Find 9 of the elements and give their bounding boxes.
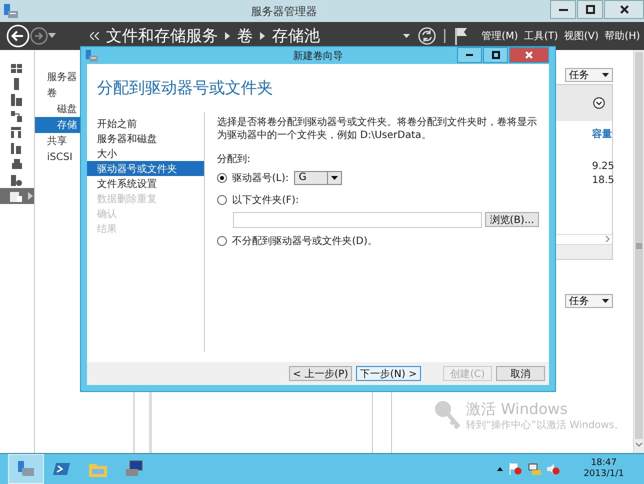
table-cell-text: 9.25 [592,161,612,174]
activation-text: 转到“操作中心”以激活 Windows。 [466,418,624,432]
description-text: 选择是否将卷分配到驱动器号或文件夹。将卷分配到文件夹时，卷将显示为驱动器中的一个文件夹，例如 D:\UserData。 [217,116,538,142]
window-title: 服务器管理器 [250,4,318,18]
table-cell-text: 18.5 [592,175,612,188]
assign-label: 分配到: [217,153,252,166]
dialog-title: 新建卷向导 [293,50,343,62]
activation-title: 激活 Windows [466,400,569,418]
wizard-heading: 分配到驱动器号或文件夹 [96,77,274,99]
